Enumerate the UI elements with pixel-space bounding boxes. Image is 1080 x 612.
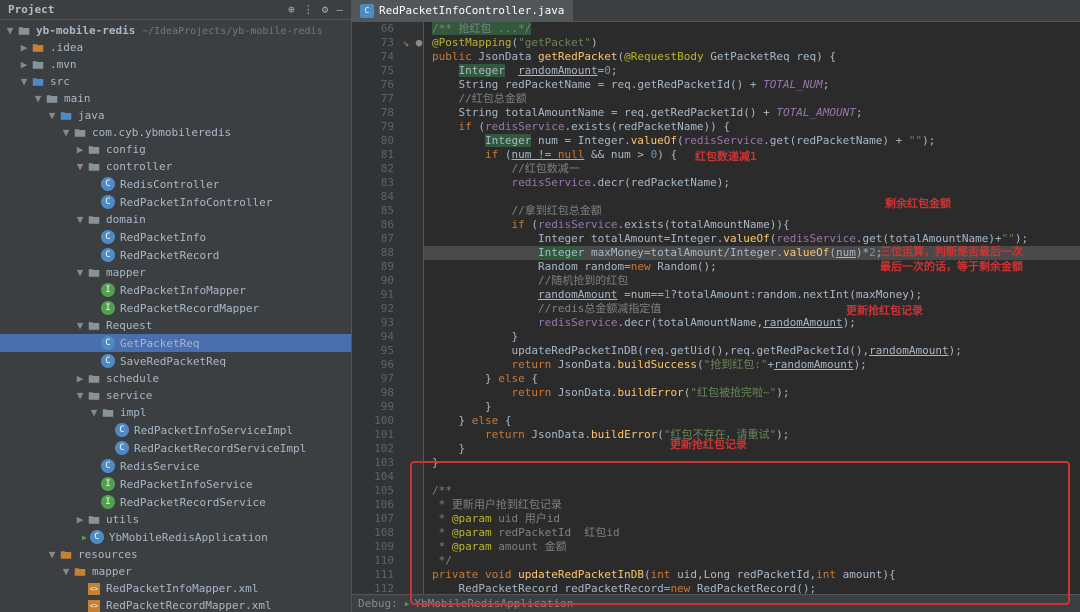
project-sidebar: Project ⊕ ⋮ ⚙ — ▼yb-mobile-redis ~/IdeaP… bbox=[0, 0, 352, 612]
tree-item[interactable]: ▼resources bbox=[0, 546, 351, 563]
tree-item[interactable]: CSaveRedPacketReq bbox=[0, 352, 351, 370]
tree-item[interactable]: CRedisService bbox=[0, 457, 351, 475]
tree-item[interactable]: ▼service bbox=[0, 387, 351, 404]
gear-icon[interactable]: ⚙ bbox=[322, 3, 329, 16]
tree-item[interactable]: ▼com.cyb.ybmobileredis bbox=[0, 124, 351, 141]
debug-app: YbMobileRedisApplication bbox=[414, 597, 573, 610]
editor-tabs: C RedPacketInfoController.java bbox=[352, 0, 1080, 22]
annotation: 三位运算，判断是否最后一次 bbox=[880, 243, 1023, 259]
tree-item[interactable]: CRedPacketRecordServiceImpl bbox=[0, 439, 351, 457]
tree-item[interactable]: ▼java bbox=[0, 107, 351, 124]
bottom-bar: Debug: ▸ YbMobileRedisApplication bbox=[352, 594, 1080, 612]
tree-item[interactable]: CRedPacketInfoController bbox=[0, 193, 351, 211]
annotation: 更新抢红包记录 bbox=[670, 436, 747, 452]
annotation: 剩余红包金额 bbox=[885, 195, 951, 211]
tree-item[interactable]: CGetPacketReq bbox=[0, 334, 351, 352]
tree-item[interactable]: IRedPacketRecordMapper bbox=[0, 299, 351, 317]
tree-item[interactable]: IRedPacketRecordService bbox=[0, 493, 351, 511]
tree-item[interactable]: CRedPacketRecord bbox=[0, 246, 351, 264]
line-gutter: 6673747576777879808182838485868788899091… bbox=[352, 22, 402, 594]
annotation: 更新抢红包记录 bbox=[846, 302, 923, 318]
tree-item[interactable]: IRedPacketInfoMapper bbox=[0, 281, 351, 299]
project-tree[interactable]: ▼yb-mobile-redis ~/IdeaProjects/yb-mobil… bbox=[0, 20, 351, 612]
editor-panel: C RedPacketInfoController.java 667374757… bbox=[352, 0, 1080, 612]
debug-label: Debug: bbox=[358, 597, 398, 610]
minimize-icon[interactable]: — bbox=[336, 3, 343, 16]
tree-item[interactable]: CRedPacketInfoServiceImpl bbox=[0, 421, 351, 439]
sidebar-header: Project ⊕ ⋮ ⚙ — bbox=[0, 0, 351, 20]
tab-redpacketinfocontroller[interactable]: C RedPacketInfoController.java bbox=[352, 0, 573, 21]
tree-item[interactable]: ▶.mvn bbox=[0, 56, 351, 73]
tree-item[interactable]: CRedisController bbox=[0, 175, 351, 193]
tree-item[interactable]: ▼mapper bbox=[0, 264, 351, 281]
tree-item[interactable]: CRedPacketInfo bbox=[0, 228, 351, 246]
tree-item[interactable]: ▼impl bbox=[0, 404, 351, 421]
tree-item[interactable]: ▶.idea bbox=[0, 39, 351, 56]
java-class-icon: C bbox=[360, 4, 374, 18]
tree-item[interactable]: ▶CYbMobileRedisApplication bbox=[0, 528, 351, 546]
tree-item[interactable]: ▼yb-mobile-redis ~/IdeaProjects/yb-mobil… bbox=[0, 22, 351, 39]
code-area[interactable]: 6673747576777879808182838485868788899091… bbox=[352, 22, 1080, 594]
tree-item[interactable]: ▼Request bbox=[0, 317, 351, 334]
tree-item[interactable]: ▼domain bbox=[0, 211, 351, 228]
sidebar-title: Project bbox=[8, 3, 54, 16]
tab-label: RedPacketInfoController.java bbox=[379, 4, 564, 17]
annotation: 最后一次的话，等于剩余金额 bbox=[880, 258, 1023, 274]
tree-item[interactable]: ▼controller bbox=[0, 158, 351, 175]
tree-item[interactable]: ▶schedule bbox=[0, 370, 351, 387]
tree-item[interactable]: IRedPacketInfoService bbox=[0, 475, 351, 493]
tree-item[interactable]: ▼main bbox=[0, 90, 351, 107]
tree-item[interactable]: ▼src bbox=[0, 73, 351, 90]
tree-item[interactable]: <>RedPacketRecordMapper.xml bbox=[0, 597, 351, 612]
tree-item[interactable]: ▼mapper bbox=[0, 563, 351, 580]
tree-item[interactable]: ▶utils bbox=[0, 511, 351, 528]
marker-gutter: ↘ ● bbox=[402, 22, 424, 594]
code-content[interactable]: /** 抢红包 ...*/@PostMapping("getPacket")pu… bbox=[424, 22, 1080, 594]
separator: ⋮ bbox=[303, 3, 314, 16]
annotation: 红包数递减1 bbox=[695, 148, 757, 164]
tree-item[interactable]: ▶config bbox=[0, 141, 351, 158]
target-icon[interactable]: ⊕ bbox=[288, 3, 295, 16]
tree-item[interactable]: <>RedPacketInfoMapper.xml bbox=[0, 580, 351, 597]
